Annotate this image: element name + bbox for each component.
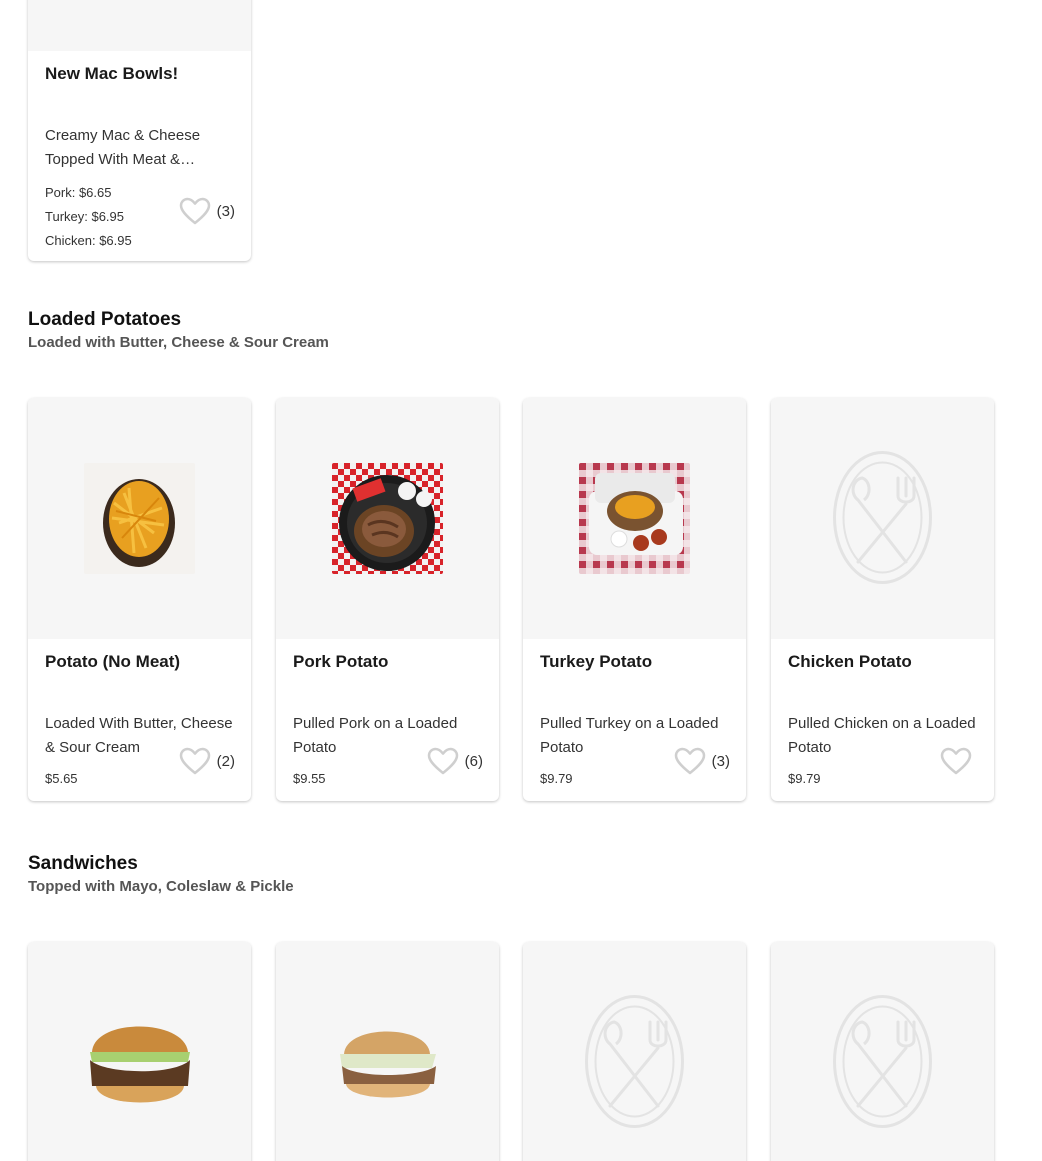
menu-item-card[interactable] bbox=[523, 942, 746, 1161]
menu-item-price-list: Pork: $6.65 Turkey: $6.95 Chicken: $6.95 bbox=[45, 181, 132, 253]
section-title: Sandwiches bbox=[28, 853, 138, 874]
menu-item-image bbox=[771, 398, 994, 639]
menu-item-card[interactable]: Pork Potato Pulled Pork on a Loaded Pota… bbox=[276, 398, 499, 801]
menu-item-description: Creamy Mac & Cheese Topped With Meat &… bbox=[45, 127, 201, 168]
menu-item-image bbox=[276, 398, 499, 639]
menu-item-price: $9.79 bbox=[788, 771, 821, 786]
plate-utensils-placeholder-icon bbox=[833, 995, 932, 1128]
menu-item-price: Pork: $6.65 bbox=[45, 185, 112, 200]
menu-item-card[interactable] bbox=[276, 942, 499, 1161]
heart-icon bbox=[940, 747, 972, 775]
favorite-count: (2) bbox=[216, 752, 235, 770]
menu-item-image bbox=[276, 942, 499, 1161]
menu-item-title: Chicken Potato bbox=[788, 652, 912, 671]
section-title: Loaded Potatoes bbox=[28, 309, 182, 330]
menu-item-price: $9.79 bbox=[540, 771, 573, 786]
menu-item-price: $5.65 bbox=[45, 771, 78, 786]
heart-icon bbox=[427, 747, 458, 775]
plate-utensils-placeholder-icon bbox=[833, 451, 932, 584]
favorite-button[interactable] bbox=[940, 747, 978, 775]
menu-item-card[interactable]: Potato (No Meat) Loaded With Butter, Che… bbox=[28, 398, 251, 801]
favorite-button[interactable]: (6) bbox=[427, 747, 483, 775]
favorite-button[interactable]: (2) bbox=[179, 747, 235, 775]
menu-item-image bbox=[28, 0, 251, 51]
menu-item-title: Pork Potato bbox=[293, 652, 389, 671]
favorite-count: (3) bbox=[216, 202, 235, 220]
menu-item-card[interactable] bbox=[771, 942, 994, 1161]
sandwich-image bbox=[332, 1004, 443, 1115]
section-subtitle: Topped with Mayo, Coleslaw & Pickle bbox=[28, 878, 294, 895]
pork-potato-image bbox=[332, 463, 443, 574]
section-header-sandwiches: Sandwiches Topped with Mayo, Coleslaw & … bbox=[28, 852, 294, 895]
favorite-count: (3) bbox=[711, 752, 730, 770]
heart-icon bbox=[674, 747, 705, 775]
plain-loaded-potato-image bbox=[84, 463, 195, 574]
favorite-button[interactable]: (3) bbox=[179, 197, 235, 225]
menu-item-card[interactable]: Chicken Potato Pulled Chicken on a Loade… bbox=[771, 398, 994, 801]
turkey-potato-image bbox=[579, 463, 690, 574]
menu-item-image bbox=[523, 398, 746, 639]
menu-item-title: New Mac Bowls! bbox=[45, 64, 179, 83]
plate-utensils-placeholder-icon bbox=[585, 995, 684, 1128]
favorite-count: (6) bbox=[464, 752, 483, 770]
menu-item-price: $9.55 bbox=[293, 771, 326, 786]
menu-item-image bbox=[523, 942, 746, 1161]
menu-item-title: Turkey Potato bbox=[540, 652, 653, 671]
menu-item-card[interactable]: Turkey Potato Pulled Turkey on a Loaded … bbox=[523, 398, 746, 801]
favorite-button[interactable]: (3) bbox=[674, 747, 730, 775]
menu-item-image bbox=[771, 942, 994, 1161]
menu-item-card[interactable] bbox=[28, 942, 251, 1161]
menu-item-price: Turkey: $6.95 bbox=[45, 209, 125, 224]
menu-item-title: Potato (No Meat) bbox=[45, 652, 181, 671]
menu-item-price: Chicken: $6.95 bbox=[45, 233, 132, 248]
section-subtitle: Loaded with Butter, Cheese & Sour Cream bbox=[28, 334, 329, 351]
menu-item-image bbox=[28, 942, 251, 1161]
section-header-loaded-potatoes: Loaded Potatoes Loaded with Butter, Chee… bbox=[28, 308, 329, 351]
sandwich-image bbox=[84, 1004, 195, 1115]
menu-item-image bbox=[28, 398, 251, 639]
heart-icon bbox=[179, 747, 210, 775]
heart-icon bbox=[179, 197, 210, 225]
menu-item-card-mac-bowls[interactable]: New Mac Bowls! Creamy Mac & Cheese Toppe… bbox=[28, 0, 251, 261]
